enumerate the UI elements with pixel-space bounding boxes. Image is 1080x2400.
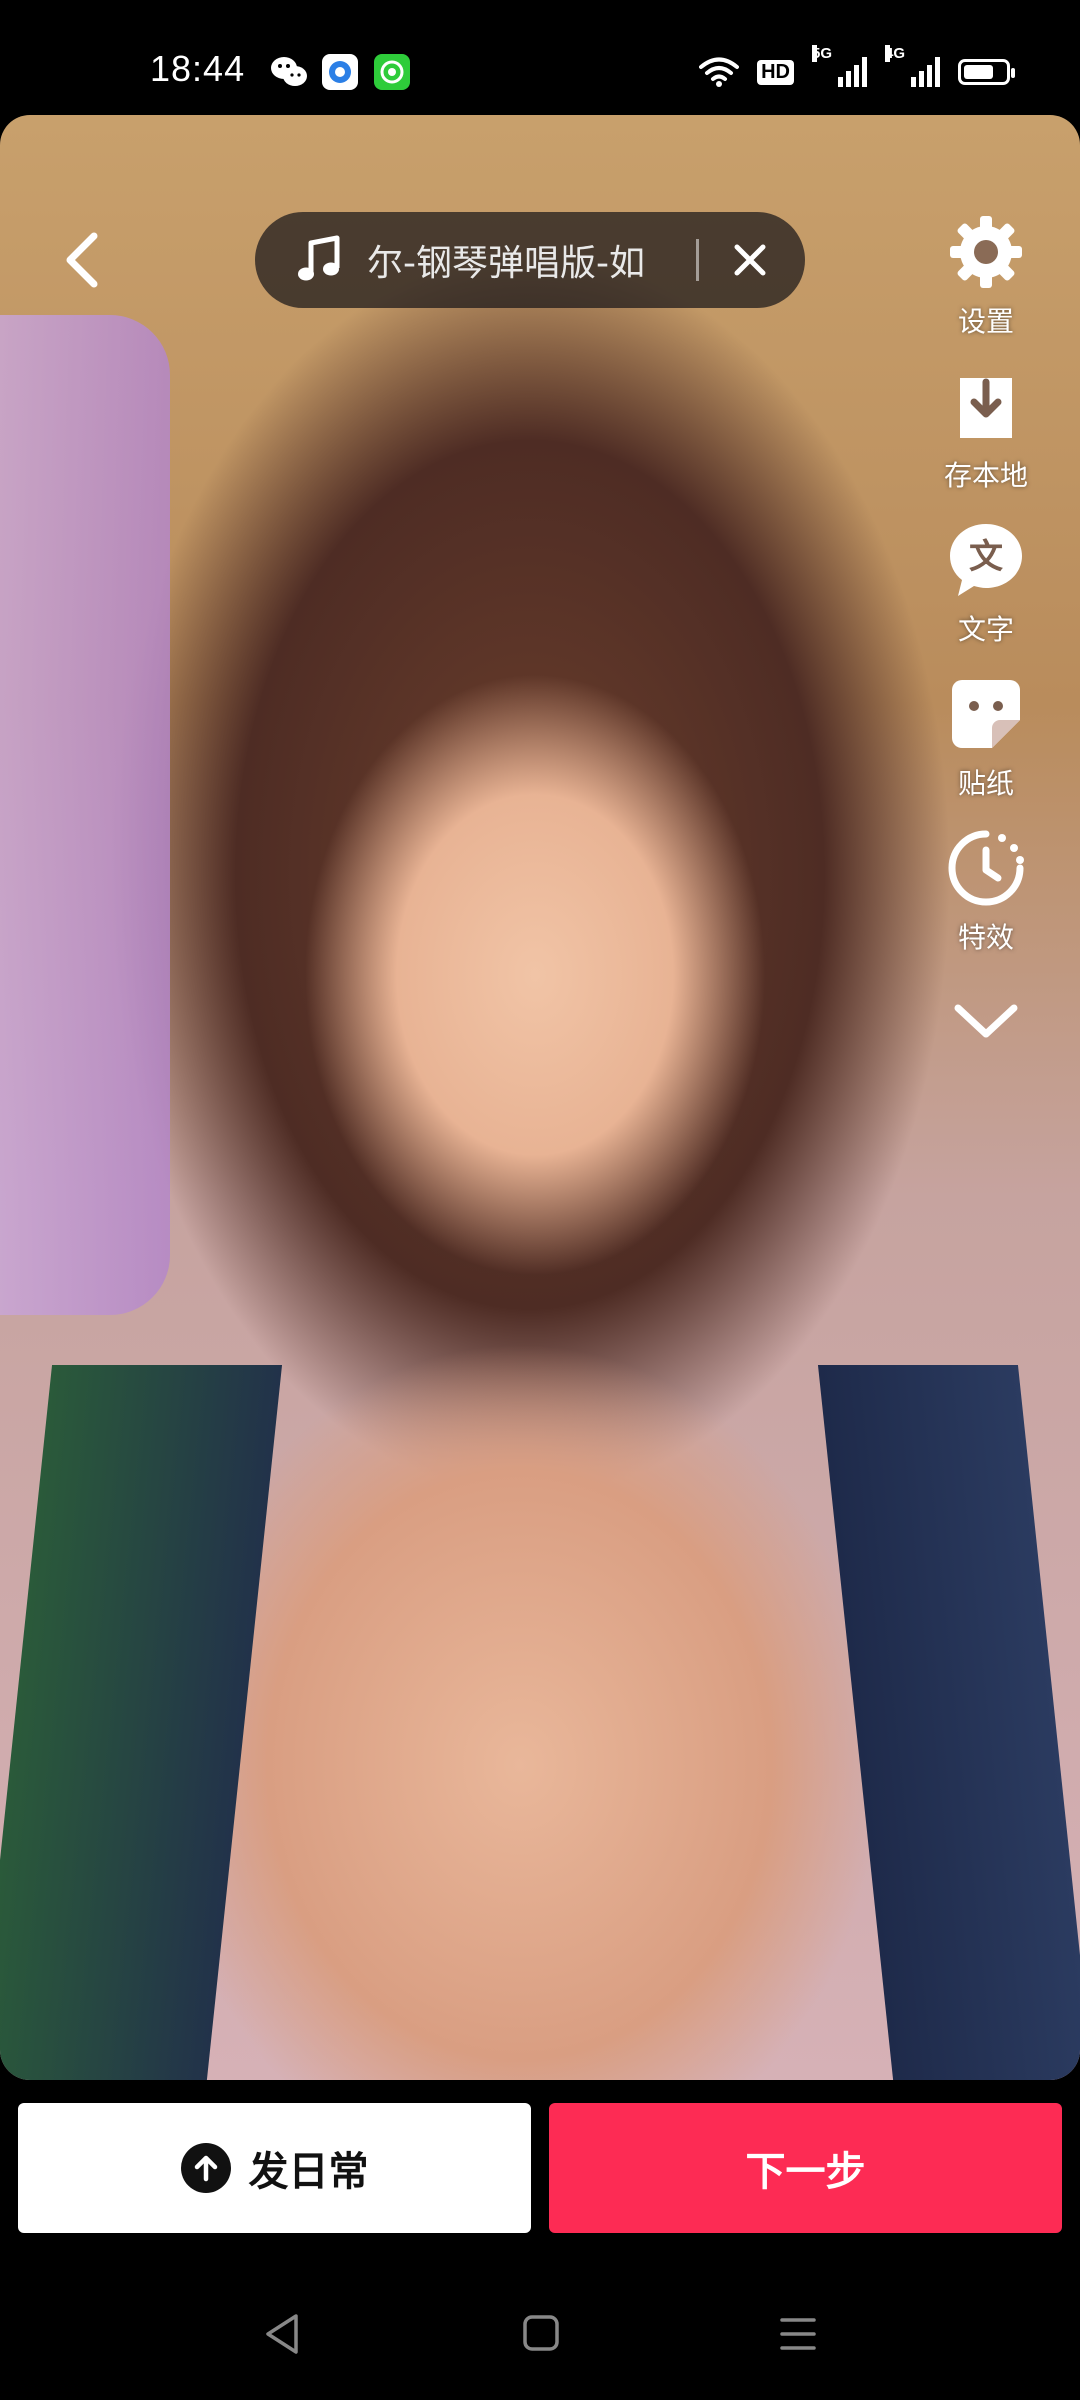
- browser-icon: [322, 54, 358, 90]
- wechat-icon: [270, 54, 307, 90]
- gear-icon: [950, 216, 1022, 288]
- next-step-button[interactable]: 下一步: [549, 2103, 1062, 2233]
- signal-4g-icon: 4G: [885, 45, 940, 87]
- effects-label: 特效: [957, 921, 1014, 954]
- battery-icon: [958, 59, 1015, 85]
- wifi-icon: [699, 57, 740, 87]
- music-selector[interactable]: 尔-钢琴弹唱版-如: [255, 212, 805, 308]
- post-daily-label: 发日常: [248, 2149, 369, 2195]
- upload-arrow-icon: [180, 2143, 231, 2193]
- nav-home-icon[interactable]: [522, 2314, 560, 2352]
- sticker-button[interactable]: 贴纸: [944, 672, 1028, 802]
- chevron-left-icon: [66, 232, 98, 288]
- sticker-label: 贴纸: [957, 767, 1014, 800]
- music-note-icon: [298, 235, 340, 281]
- system-nav-bar: [0, 2290, 1080, 2380]
- next-step-label: 下一步: [745, 2149, 866, 2195]
- nav-back-icon[interactable]: [262, 2312, 302, 2356]
- sticker-icon: [952, 680, 1020, 748]
- media-preview[interactable]: [0, 115, 1080, 2080]
- more-tools-button[interactable]: [944, 980, 1028, 1064]
- signal-5g-icon: 5G: [812, 45, 867, 87]
- status-icons: HD 5G 4G: [699, 45, 1015, 94]
- status-bar: 18:44 HD 5G 4G: [0, 0, 1080, 120]
- settings-label: 设置: [957, 305, 1014, 338]
- music-title: 尔-钢琴弹唱版-如: [367, 243, 645, 284]
- nav-menu-icon[interactable]: [778, 2314, 818, 2354]
- effects-button[interactable]: 特效: [944, 826, 1028, 956]
- save-local-label: 存本地: [943, 459, 1028, 492]
- message-app-icon: [374, 54, 410, 90]
- post-daily-button[interactable]: 发日常: [18, 2103, 531, 2233]
- text-button[interactable]: 文 文字: [944, 518, 1028, 648]
- download-icon: [959, 378, 1012, 438]
- back-button[interactable]: [58, 230, 108, 290]
- edit-tools-menu: 设置 存本地 文 文字 贴纸 特效: [926, 210, 1046, 1088]
- chevron-down-icon: [954, 1004, 1018, 1038]
- svg-text:文: 文: [969, 537, 1003, 577]
- text-bubble-icon: 文: [950, 524, 1022, 596]
- timer-effect-icon: [948, 830, 1024, 906]
- close-icon[interactable]: [733, 243, 767, 277]
- hd-badge: HD: [757, 59, 794, 85]
- divider: [696, 239, 699, 281]
- settings-button[interactable]: 设置: [944, 210, 1028, 340]
- status-time: 18:44: [150, 48, 246, 89]
- save-local-button[interactable]: 存本地: [944, 364, 1028, 494]
- text-label: 文字: [957, 613, 1014, 646]
